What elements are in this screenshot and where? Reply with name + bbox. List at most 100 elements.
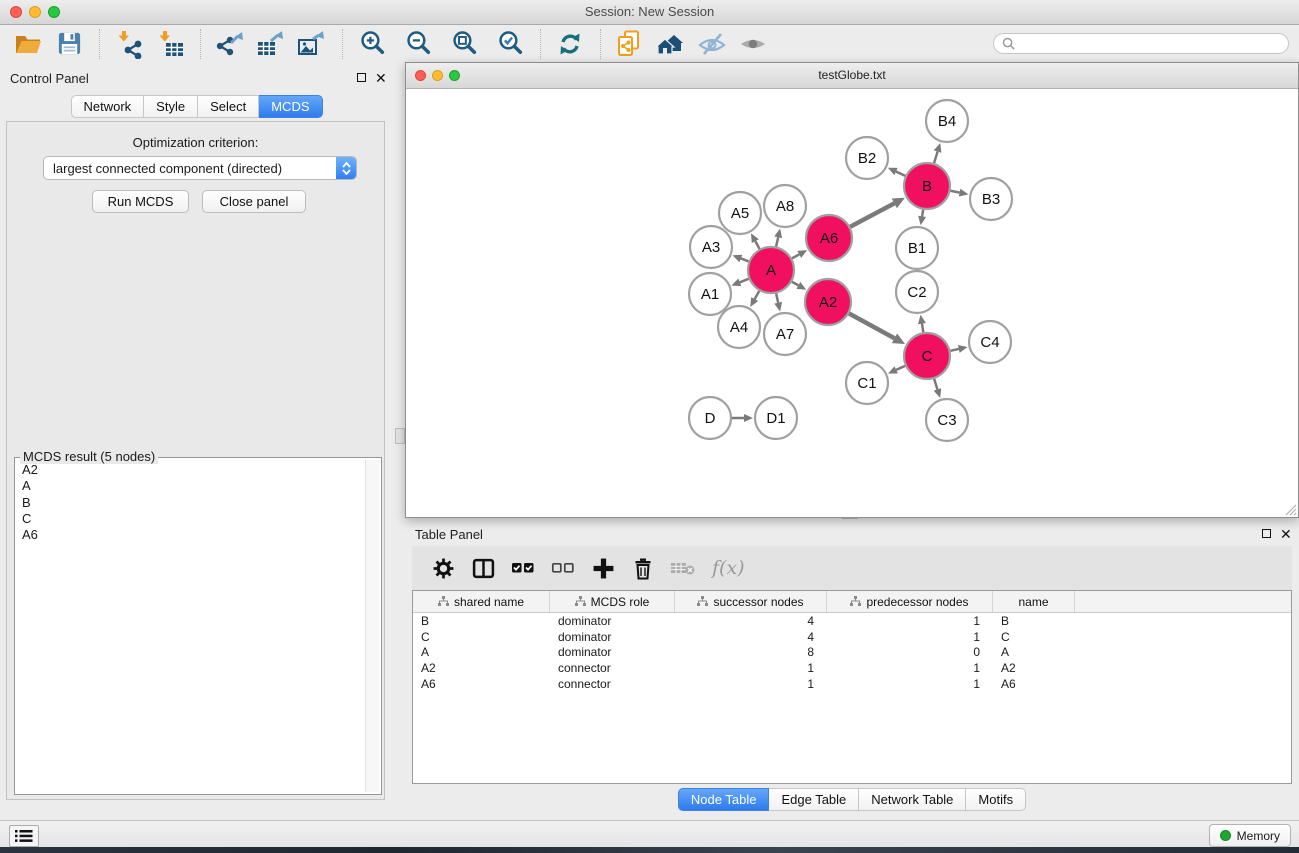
tab-style[interactable]: Style <box>144 95 198 118</box>
zoom-out-button[interactable] <box>402 28 434 60</box>
tab-select[interactable]: Select <box>198 95 259 118</box>
table-cell[interactable]: A <box>413 645 550 659</box>
table-cell[interactable]: 4 <box>675 614 827 628</box>
network-file-button[interactable] <box>614 28 646 60</box>
column-header-shared-name[interactable]: shared name <box>413 591 550 612</box>
table-cell[interactable]: A2 <box>993 661 1075 675</box>
delete-table-button[interactable] <box>670 555 696 581</box>
tab-motifs[interactable]: Motifs <box>966 788 1026 811</box>
table-row[interactable]: Bdominator41B <box>413 613 1291 629</box>
zoom-fit-button[interactable] <box>448 28 480 60</box>
table-cell[interactable]: A6 <box>993 677 1075 691</box>
zoom-traffic-light[interactable] <box>449 70 460 81</box>
table-cell[interactable]: dominator <box>550 630 675 644</box>
edge-A-A4[interactable] <box>755 291 760 299</box>
save-session-button[interactable] <box>53 28 85 60</box>
float-panel-icon[interactable] <box>357 73 366 82</box>
close-panel-icon[interactable]: ✕ <box>375 72 387 84</box>
show-columns-button[interactable] <box>470 555 496 581</box>
table-cell[interactable]: 1 <box>675 661 827 675</box>
table-row[interactable]: A6connector11A6 <box>413 676 1291 692</box>
table-cell[interactable]: dominator <box>550 614 675 628</box>
edge-A-A6[interactable] <box>792 254 799 258</box>
close-traffic-light[interactable] <box>415 70 426 81</box>
zoom-traffic-light[interactable] <box>48 6 60 18</box>
close-traffic-light[interactable] <box>10 6 22 18</box>
close-panel-button[interactable]: Close panel <box>202 190 306 213</box>
tab-network-table[interactable]: Network Table <box>859 788 966 811</box>
tab-mcds[interactable]: MCDS <box>259 95 322 118</box>
edge-C-C2[interactable] <box>922 324 923 333</box>
table-cell[interactable]: A2 <box>413 661 550 675</box>
tab-node-table[interactable]: Node Table <box>678 788 770 811</box>
export-image-button[interactable] <box>296 28 328 60</box>
column-header-successor-nodes[interactable]: successor nodes <box>675 591 827 612</box>
table-cell[interactable]: connector <box>550 661 675 675</box>
table-cell[interactable]: 1 <box>827 661 993 675</box>
column-header-predecessor-nodes[interactable]: predecessor nodes <box>827 591 993 612</box>
table-cell[interactable]: C <box>413 630 550 644</box>
deselect-all-button[interactable] <box>550 555 576 581</box>
table-cell[interactable]: A <box>993 645 1075 659</box>
zoom-in-button[interactable] <box>356 28 388 60</box>
table-cell[interactable]: dominator <box>550 645 675 659</box>
table-cell[interactable]: B <box>413 614 550 628</box>
edge-A-A8[interactable] <box>776 237 778 246</box>
table-cell[interactable]: 1 <box>827 677 993 691</box>
network-window-titlebar[interactable]: testGlobe.txt <box>406 63 1298 89</box>
edge-A-A7[interactable] <box>776 293 778 302</box>
minimize-traffic-light[interactable] <box>29 6 41 18</box>
result-item[interactable]: A2 <box>22 462 366 478</box>
resize-grip-icon[interactable] <box>1283 502 1297 516</box>
edge-B-B4[interactable] <box>934 152 938 163</box>
edge-A-A2[interactable] <box>792 282 798 286</box>
vertical-splitter-gripper[interactable] <box>395 428 405 444</box>
result-item[interactable]: C <box>22 511 366 527</box>
home-view-button[interactable] <box>655 28 687 60</box>
table-cell[interactable]: 1 <box>827 630 993 644</box>
edge-A6-B[interactable] <box>850 203 894 226</box>
table-row[interactable]: Cdominator41C <box>413 629 1291 645</box>
table-row[interactable]: A2connector11A2 <box>413 660 1291 676</box>
table-cell[interactable]: A6 <box>413 677 550 691</box>
zoom-selected-button[interactable] <box>494 28 526 60</box>
table-cell[interactable]: 0 <box>827 645 993 659</box>
network-canvas[interactable]: B4B2BB3A5A8A6B1A3AA1C2A2A4A7C4CC1C3DD1 <box>406 89 1298 517</box>
tab-edge-table[interactable]: Edge Table <box>769 788 859 811</box>
result-scrollbar[interactable] <box>365 460 379 792</box>
delete-column-button[interactable] <box>630 555 656 581</box>
table-cell[interactable]: B <box>993 614 1075 628</box>
export-network-button[interactable] <box>214 28 246 60</box>
edge-A-A1[interactable] <box>740 279 749 282</box>
table-cell[interactable]: 1 <box>675 677 827 691</box>
memory-button[interactable]: Memory <box>1209 824 1291 847</box>
table-cell[interactable]: 8 <box>675 645 827 659</box>
optimization-criterion-select[interactable]: largest connected component (directed) <box>43 156 357 180</box>
table-cell[interactable]: connector <box>550 677 675 691</box>
close-panel-icon[interactable]: ✕ <box>1280 528 1292 540</box>
float-panel-icon[interactable] <box>1262 529 1271 538</box>
edge-B-B2[interactable] <box>896 172 905 176</box>
table-cell[interactable]: C <box>993 630 1075 644</box>
eye-button[interactable] <box>737 28 769 60</box>
select-all-button[interactable] <box>510 555 536 581</box>
edge-B-B1[interactable] <box>922 210 923 217</box>
show-hide-graphics-button[interactable] <box>696 28 728 60</box>
import-network-button[interactable] <box>113 28 145 60</box>
open-file-button[interactable] <box>12 28 44 60</box>
edge-C-C3[interactable] <box>934 379 937 390</box>
column-header-name[interactable]: name <box>993 591 1075 612</box>
edge-A-A3[interactable] <box>741 258 749 261</box>
refresh-layout-button[interactable] <box>554 28 586 60</box>
edge-A2-C[interactable] <box>849 313 894 338</box>
edge-C-C1[interactable] <box>896 366 905 370</box>
run-mcds-button[interactable]: Run MCDS <box>92 190 189 213</box>
column-header-MCDS-role[interactable]: MCDS role <box>550 591 675 612</box>
edge-C-C4[interactable] <box>950 349 958 351</box>
edge-A-A5[interactable] <box>755 241 759 249</box>
add-column-button[interactable] <box>590 555 616 581</box>
table-cell[interactable]: 1 <box>827 614 993 628</box>
search-input[interactable] <box>1020 36 1280 52</box>
table-row[interactable]: Adominator80A <box>413 645 1291 661</box>
table-cell[interactable]: 4 <box>675 630 827 644</box>
